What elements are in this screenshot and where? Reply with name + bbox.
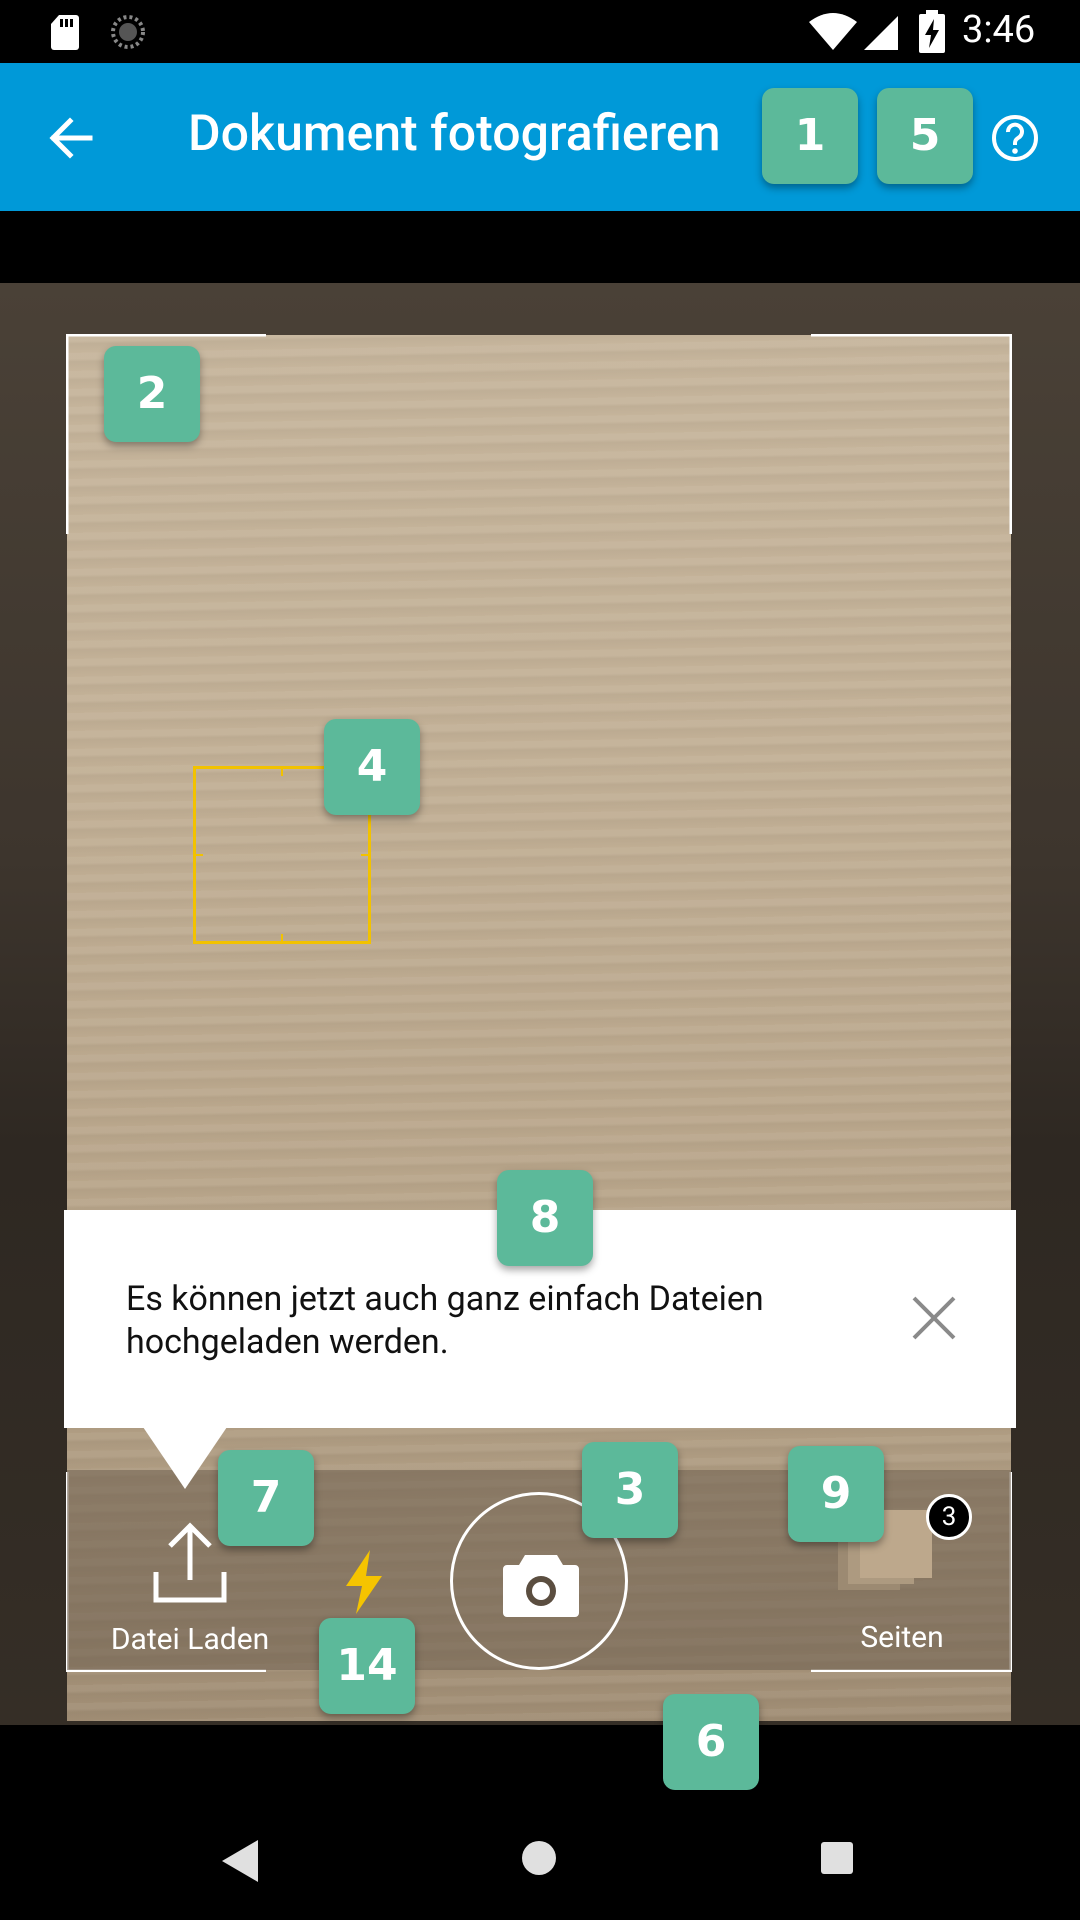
upload-icon xyxy=(153,1522,227,1603)
flash-icon[interactable] xyxy=(338,1548,390,1616)
preview-top-gap xyxy=(0,211,1080,283)
annotation-badge-4: 4 xyxy=(324,719,420,815)
camera-icon xyxy=(503,1555,579,1617)
annotation-badge-6: 6 xyxy=(663,1694,759,1790)
wifi-icon xyxy=(809,13,857,50)
annotation-badge-2: 2 xyxy=(104,346,200,442)
annotation-badge-8: 8 xyxy=(497,1170,593,1266)
system-nav-bar xyxy=(0,1725,1080,1920)
annotation-badge-7: 7 xyxy=(218,1450,314,1546)
annotation-badge-9: 9 xyxy=(788,1446,884,1542)
pages-label: Seiten xyxy=(860,1620,944,1655)
sync-icon xyxy=(111,15,145,49)
sd-card-icon xyxy=(51,15,79,50)
battery-charging-icon xyxy=(919,10,945,53)
annotation-badge-14: 14 xyxy=(319,1618,415,1714)
tooltip-text: Es können jetzt auch ganz einfach Dateie… xyxy=(126,1279,764,1362)
nav-home-icon[interactable] xyxy=(520,1839,558,1877)
nav-back-icon[interactable] xyxy=(220,1838,260,1884)
upload-label: Datei Laden xyxy=(110,1622,270,1657)
nav-recents-icon[interactable] xyxy=(820,1841,854,1875)
signal-icon xyxy=(864,16,898,50)
page-title: Dokument fotografieren xyxy=(188,105,721,163)
help-icon[interactable] xyxy=(990,113,1040,163)
annotation-badge-5: 5 xyxy=(877,88,973,184)
annotation-badge-3: 3 xyxy=(582,1442,678,1538)
status-bar: 3:46 xyxy=(0,0,1080,63)
status-clock: 3:46 xyxy=(962,8,1036,52)
back-arrow-icon[interactable] xyxy=(46,113,96,163)
pages-count-badge: 3 xyxy=(926,1494,972,1540)
annotation-badge-1: 1 xyxy=(762,88,858,184)
close-icon[interactable] xyxy=(910,1294,958,1342)
tooltip-pointer xyxy=(143,1427,227,1489)
